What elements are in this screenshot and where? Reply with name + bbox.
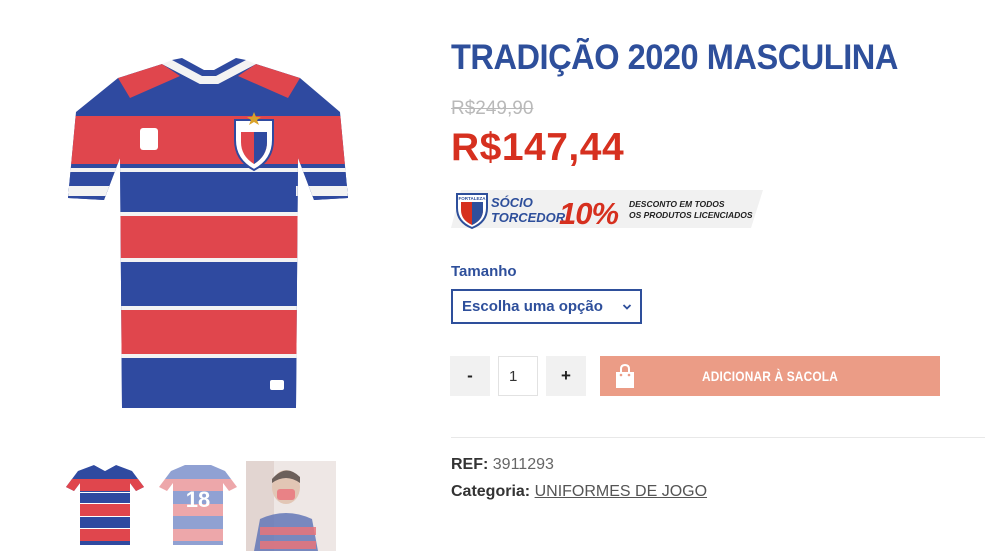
- add-to-bag-label: ADICIONAR À SACOLA: [702, 368, 838, 384]
- crest-text: FORTALEZA: [459, 196, 487, 201]
- size-select[interactable]: Escolha uma opção: [451, 289, 642, 324]
- discount-desc-1: DESCONTO EM TODOS: [629, 199, 725, 209]
- ref-label: REF:: [451, 456, 489, 473]
- product-main-image[interactable]: [60, 48, 356, 420]
- product-category: Categoria: UNIFORMES DE JOGO: [451, 483, 707, 501]
- product-ref: REF: 3911293: [451, 456, 554, 474]
- socio-label: SÓCIO: [491, 195, 533, 210]
- thumbnail-back[interactable]: 18: [153, 461, 243, 551]
- add-to-bag-button[interactable]: ADICIONAR À SACOLA: [600, 356, 940, 396]
- quantity-decrease-button[interactable]: -: [450, 356, 490, 396]
- size-label: Tamanho: [451, 263, 517, 280]
- socio-torcedor-banner: FORTALEZA SÓCIO TORCEDOR 10% DESCONTO EM…: [451, 188, 763, 231]
- category-link[interactable]: UNIFORMES DE JOGO: [535, 483, 707, 500]
- discount-desc-2: OS PRODUTOS LICENCIADOS: [629, 210, 753, 220]
- chevron-down-icon: [622, 304, 632, 310]
- quantity-input[interactable]: [498, 356, 538, 396]
- thumbnail-model[interactable]: [246, 461, 336, 551]
- torcedor-label: TORCEDOR: [491, 210, 566, 225]
- product-title: TRADIÇÃO 2020 MASCULINA: [451, 38, 898, 77]
- thumbnail-front[interactable]: [60, 461, 150, 551]
- back-number: 18: [186, 487, 210, 512]
- category-label: Categoria:: [451, 483, 531, 500]
- quantity-increase-button[interactable]: +: [546, 356, 586, 396]
- divider: [451, 437, 985, 438]
- size-select-value: Escolha uma opção: [462, 298, 603, 315]
- ref-value: 3911293: [492, 456, 554, 473]
- discount-percent: 10%: [559, 196, 618, 230]
- old-price: R$249,90: [451, 98, 534, 119]
- sale-price: R$147,44: [451, 126, 625, 169]
